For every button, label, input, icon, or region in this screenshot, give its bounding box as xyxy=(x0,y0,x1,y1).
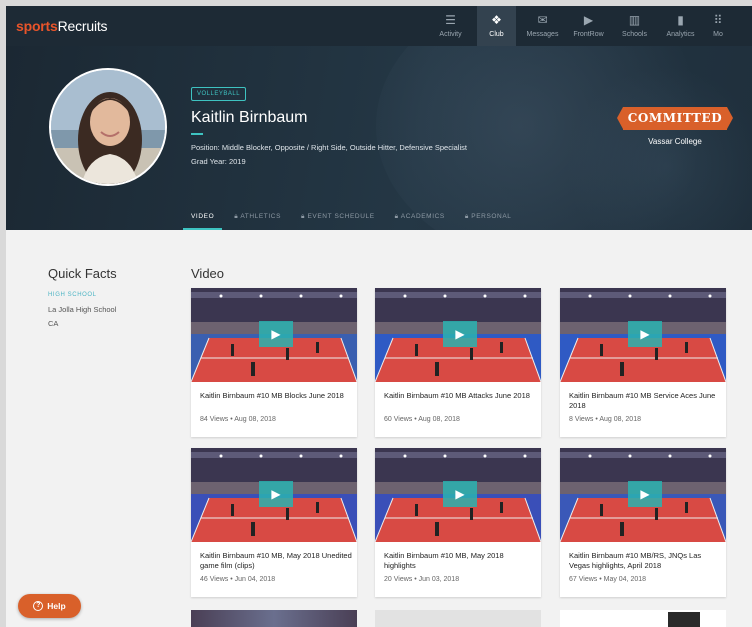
video-meta: 8 Views • Aug 08, 2018 xyxy=(569,416,641,423)
nav-item-more[interactable]: ⠿ Mo xyxy=(707,6,729,46)
help-button[interactable]: ? Help xyxy=(18,594,81,618)
nav-item-messages[interactable]: ✉ Messages xyxy=(523,6,562,46)
bar-chart-icon: ▮ xyxy=(677,13,684,27)
top-nav-bar: sportsRecruits ☰ Activity ❖ Club ✉ Messages… xyxy=(6,6,752,46)
tab-academics[interactable]: 🔒︎ ACADEMICS xyxy=(395,208,445,230)
play-icon: ▶ xyxy=(583,13,594,27)
video-title[interactable]: Kaitlin Birnbaum #10 MB Service Aces Jun… xyxy=(569,391,721,411)
committed-college[interactable]: Vassar College xyxy=(623,137,727,146)
video-meta: 60 Views • Aug 08, 2018 xyxy=(384,416,460,423)
athlete-position: Position: Middle Blocker, Opposite / Rig… xyxy=(191,143,467,152)
video-card[interactable]: ▶ Kaitlin Birnbaum #10 MB/RS, JNQs Las Ve… xyxy=(560,448,726,597)
help-icon: ? xyxy=(33,601,44,611)
play-icon[interactable]: ▶ xyxy=(259,321,293,347)
video-thumbnail[interactable]: ▶ xyxy=(191,288,357,382)
quick-facts-label: HIGH SCHOOL xyxy=(48,292,97,298)
video-meta: 20 Views • Jun 03, 2018 xyxy=(384,576,460,583)
envelope-icon: ✉ xyxy=(537,13,548,27)
name-underline xyxy=(191,133,203,135)
high-school-state: CA xyxy=(48,319,59,328)
athlete-grad-year: Grad Year: 2019 xyxy=(191,157,246,166)
avatar xyxy=(49,68,167,186)
tab-video[interactable]: VIDEO xyxy=(183,208,223,230)
video-title[interactable]: Kaitlin Birnbaum #10 MB, May 2018 highli… xyxy=(384,551,536,571)
nav-item-activity[interactable]: ☰ Activity xyxy=(431,6,470,46)
play-icon[interactable]: ▶ xyxy=(628,481,662,507)
play-icon[interactable]: ▶ xyxy=(443,321,477,347)
high-school-name: La Jolla High School xyxy=(48,305,117,314)
nav-item-schools[interactable]: ▥ Schools xyxy=(615,6,654,46)
video-card-partial[interactable] xyxy=(191,610,357,627)
video-title[interactable]: Kaitlin Birnbaum #10 MB Blocks June 2018 xyxy=(200,391,352,401)
video-section-title: Video xyxy=(191,266,225,281)
video-thumbnail[interactable]: ▶ xyxy=(375,288,541,382)
quick-facts-title: Quick Facts xyxy=(48,266,117,281)
video-title[interactable]: Kaitlin Birnbaum #10 MB Attacks June 201… xyxy=(384,391,536,401)
tab-event-schedule[interactable]: 🔒︎ EVENT SCHEDULE xyxy=(301,208,375,230)
athlete-name: Kaitlin Birnbaum xyxy=(191,109,308,126)
video-card[interactable]: ▶ Kaitlin Birnbaum #10 MB, May 2018 Unedi… xyxy=(191,448,357,597)
video-title[interactable]: Kaitlin Birnbaum #10 MB, May 2018 Unedit… xyxy=(200,551,352,571)
video-card[interactable]: ▶ Kaitlin Birnbaum #10 MB Blocks June 201… xyxy=(191,288,357,437)
video-card-partial[interactable] xyxy=(560,610,726,627)
profile-header: VOLLEYBALL Kaitlin Birnbaum Position: Mi… xyxy=(6,46,752,230)
video-thumbnail[interactable]: ▶ xyxy=(560,448,726,542)
main-nav: ☰ Activity ❖ Club ✉ Messages ▶ FrontRow ▥ Sch… xyxy=(431,6,729,46)
play-icon[interactable]: ▶ xyxy=(443,481,477,507)
video-card[interactable]: ▶ Kaitlin Birnbaum #10 MB Attacks June 20… xyxy=(375,288,541,437)
athlete-photo xyxy=(51,70,165,184)
video-thumbnail[interactable]: ▶ xyxy=(560,288,726,382)
video-thumbnail[interactable]: ▶ xyxy=(375,448,541,542)
sportsrecruits-logo[interactable]: sportsRecruits xyxy=(16,18,108,34)
committed-banner: COMMITTED xyxy=(617,107,733,130)
video-card-partial[interactable] xyxy=(375,610,541,627)
nav-item-analytics[interactable]: ▮ Analytics xyxy=(661,6,700,46)
nav-item-club[interactable]: ❖ Club xyxy=(477,6,516,46)
video-title[interactable]: Kaitlin Birnbaum #10 MB/RS, JNQs Las Veg… xyxy=(569,551,721,571)
video-card[interactable]: ▶ Kaitlin Birnbaum #10 MB, May 2018 highl… xyxy=(375,448,541,597)
nav-item-frontrow[interactable]: ▶ FrontRow xyxy=(569,6,608,46)
profile-tabs: VIDEO 🔒︎ ATHLETICS 🔒︎ EVENT SCHEDULE 🔒︎ … xyxy=(183,208,532,230)
play-icon[interactable]: ▶ xyxy=(628,321,662,347)
list-icon: ☰ xyxy=(445,13,456,27)
video-meta: 67 Views • May 04, 2018 xyxy=(569,576,647,583)
video-thumbnail[interactable]: ▶ xyxy=(191,448,357,542)
play-icon[interactable]: ▶ xyxy=(259,481,293,507)
sport-badge: VOLLEYBALL xyxy=(191,87,247,101)
paw-icon: ❖ xyxy=(491,13,502,27)
video-meta: 46 Views • Jun 04, 2018 xyxy=(200,576,276,583)
grid-icon: ⠿ xyxy=(713,13,723,27)
video-meta: 84 Views • Aug 08, 2018 xyxy=(200,416,276,423)
main-content: Quick Facts HIGH SCHOOL La Jolla High Sc… xyxy=(6,230,752,627)
building-icon: ▥ xyxy=(628,13,641,27)
tab-personal[interactable]: 🔒︎ PERSONAL xyxy=(465,208,512,230)
tab-athletics[interactable]: 🔒︎ ATHLETICS xyxy=(234,208,281,230)
video-card[interactable]: ▶ Kaitlin Birnbaum #10 MB Service Aces Ju… xyxy=(560,288,726,437)
